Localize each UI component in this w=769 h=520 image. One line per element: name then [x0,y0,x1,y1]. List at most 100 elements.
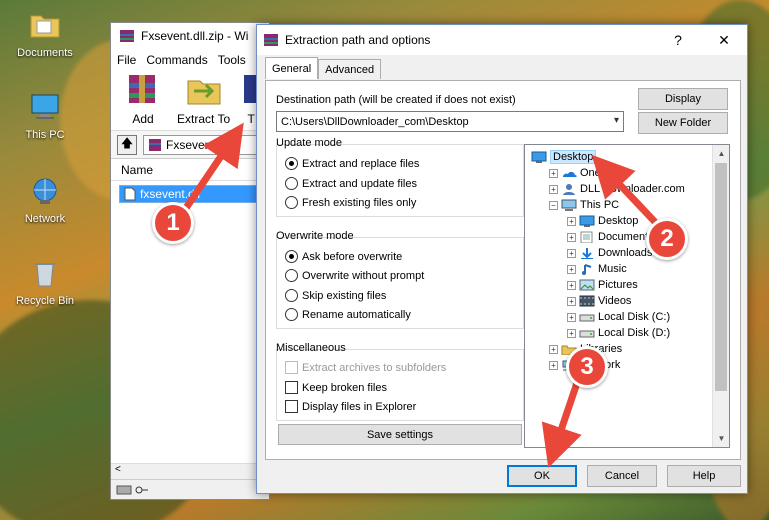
archive-path-text: Fxsevent.dl [166,137,228,152]
option-label: Extract and update files [302,177,417,190]
tree-node[interactable]: + OneDrive [549,165,626,181]
scroll-down-arrow-icon[interactable]: ▼ [713,430,729,447]
expand-icon[interactable]: + [567,232,576,242]
option-extract-replace[interactable]: Extract and replace files [285,157,419,170]
close-button[interactable]: ✕ [701,25,747,55]
menu-commands[interactable]: Commands [146,53,207,67]
tab-advanced[interactable]: Advanced [318,59,382,79]
general-panel: Destination path (will be created if doe… [265,80,741,460]
radio-button[interactable] [285,308,298,321]
documents-icon [580,231,593,243]
option-extract-update[interactable]: Extract and update files [285,177,417,190]
desktop-icon-label: Documents [17,47,73,59]
tree-node-label: Desktop [550,150,597,164]
option-keep-broken[interactable]: Keep broken files [285,381,387,394]
expand-icon[interactable]: + [549,360,558,370]
dialog-title-bar[interactable]: Extraction path and options ? ✕ [257,25,747,55]
checkbox [285,361,298,374]
destination-path-label: Destination path (will be created if doe… [276,94,516,106]
folder-tree[interactable]: Desktop + OneDrive + DLL Downloader.com − This… [524,144,730,448]
update-mode-group: Update mode Extract and replace files Ex… [276,137,524,217]
desktop-icon-recycle-bin[interactable]: Recycle Bin [10,258,80,307]
radio-button[interactable] [285,157,298,170]
tree-node[interactable]: + Music [567,261,627,277]
tree-scroll-thumb[interactable] [715,163,727,391]
new-folder-button[interactable]: New Folder [638,112,728,134]
option-label: Extract archives to subfolders [302,361,447,374]
help-title-button[interactable]: ? [655,25,701,55]
expand-icon[interactable]: + [567,296,576,306]
desktop-icon-network[interactable]: Network [10,176,80,225]
tree-node[interactable]: + DLL Downloader.com [549,181,685,197]
expand-icon[interactable]: + [549,168,558,178]
radio-button[interactable] [285,269,298,282]
tree-node[interactable]: − This PC [549,197,619,213]
cancel-button[interactable]: Cancel [587,465,657,487]
radio-button[interactable] [285,250,298,263]
expand-icon[interactable]: + [567,312,576,322]
winrar-menu-bar: File Commands Tools [111,49,269,71]
expand-icon[interactable]: + [567,280,576,290]
extract-to-button[interactable]: Extract To [177,71,230,126]
menu-file[interactable]: File [117,53,136,67]
tree-node-label: Pictures [598,279,638,291]
expand-icon[interactable]: + [549,184,558,194]
option-label: Overwrite without prompt [302,269,425,282]
tab-general[interactable]: General [265,57,319,79]
archive-path-field[interactable]: Fxsevent.dl [143,134,263,155]
overwrite-mode-group: Overwrite mode Ask before overwrite Over… [276,230,524,329]
update-mode-title: Update mode [276,137,343,149]
destination-path-combo[interactable]: C:\Users\DllDownloader_com\Desktop ▾ [276,111,624,132]
option-display-explorer[interactable]: Display files in Explorer [285,400,416,413]
ok-button[interactable]: OK [507,465,577,487]
tree-node[interactable]: + Local Disk (C:) [567,309,670,325]
checkbox[interactable] [285,381,298,394]
expand-icon[interactable]: + [567,328,576,338]
radio-button[interactable] [285,196,298,209]
horizontal-scrollbar[interactable]: < [111,463,269,479]
winrar-icon [149,138,161,151]
expand-icon[interactable]: + [567,264,576,274]
add-button[interactable]: Add [123,71,163,126]
desktop-icon-label: Recycle Bin [15,295,75,307]
tree-node[interactable]: + Documents [567,229,654,245]
chevron-down-icon: ▾ [613,115,619,126]
display-button[interactable]: Display [638,88,728,110]
checkbox[interactable] [285,400,298,413]
scroll-up-arrow-icon[interactable]: ▲ [713,145,729,162]
option-ask-before[interactable]: Ask before overwrite [285,250,402,263]
winrar-title-bar[interactable]: Fxsevent.dll.zip - Wi [111,23,269,49]
tree-node[interactable]: Desktop [531,149,597,165]
radio-button[interactable] [285,177,298,190]
annotation-badge-2: 2 [646,218,688,260]
tree-node-label: This PC [580,199,620,211]
option-skip-existing[interactable]: Skip existing files [285,289,386,302]
computer-icon [31,94,59,119]
tree-node[interactable]: + Pictures [567,277,638,293]
option-rename-automatically[interactable]: Rename automatically [285,308,411,321]
tree-scrollbar[interactable]: ▲ ▼ [712,145,729,447]
collapse-icon[interactable]: − [549,200,558,210]
radio-button[interactable] [285,289,298,302]
option-label: Keep broken files [302,381,387,394]
up-folder-button[interactable]: 🡅 [117,134,137,155]
tree-node[interactable]: + Local Disk (D:) [567,325,670,341]
expand-icon[interactable]: + [567,216,576,226]
tree-node[interactable]: + Desktop [567,213,638,229]
computer-icon [561,199,577,211]
option-overwrite-without-prompt[interactable]: Overwrite without prompt [285,269,424,282]
tree-node-label: OneDrive [580,167,627,179]
help-button[interactable]: Help [667,465,741,487]
tree-node-label: Downloads [598,247,653,259]
desktop-icon-documents[interactable]: Documents [10,10,80,59]
tree-node[interactable]: + Videos [567,293,631,309]
tree-node[interactable]: + Downloads [567,245,652,261]
option-fresh-existing[interactable]: Fresh existing files only [285,196,416,209]
expand-icon[interactable]: + [567,248,576,258]
save-settings-button[interactable]: Save settings [278,424,522,445]
expand-icon[interactable]: + [549,344,558,354]
desktop-icon-this-pc[interactable]: This PC [10,92,80,141]
menu-tools[interactable]: Tools [218,53,246,67]
column-header-name[interactable]: Name [111,159,269,181]
file-row[interactable]: fxsevent.dll [119,185,259,203]
